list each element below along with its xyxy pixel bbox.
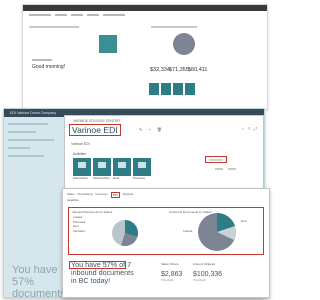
headline-text: You have 57% of 7 inbound documents in B… [71, 260, 134, 285]
background-headline: You have 57% documents in [12, 264, 66, 298]
tile-label: Errors [113, 177, 120, 180]
legend: Created Processed Error Cancelled [73, 216, 85, 234]
chart-title-left: Inbound Documents by Status [72, 210, 113, 214]
kpi-value[interactable]: $2,863 [161, 271, 182, 278]
pie-label: Created [183, 230, 193, 233]
breadcrumb: VARINOE EDI ROLE CENTER [73, 119, 120, 123]
pie-label: Error [241, 220, 247, 223]
highlighted-action[interactable] [205, 156, 227, 163]
kpi-1-value: $32,334 [150, 67, 170, 73]
tile[interactable] [149, 83, 159, 95]
title-actions: ✎ + 🗑 [139, 127, 162, 132]
greeting-text: Good morning! [32, 64, 66, 70]
tile[interactable] [161, 83, 171, 95]
kpi-2: $71,355 [169, 67, 189, 73]
chart-header-right [151, 26, 197, 28]
kpi-sub: This Month [193, 279, 206, 282]
kpi-sub: This Month [161, 279, 174, 282]
expand-icon[interactable]: ⤢ [254, 126, 257, 131]
section-label: Varinoe EDI [71, 142, 90, 146]
teal-chart-block [99, 35, 117, 53]
tile-label: Inbound Docs [73, 177, 88, 180]
menu-item-selected[interactable]: EDI [110, 192, 120, 198]
headline-label [32, 59, 52, 61]
tile-inbound[interactable] [73, 158, 91, 176]
kpi-1: $32,334 [150, 67, 170, 73]
collage: Good morning! $32,334 $71,355 $60,411 ED… [0, 0, 272, 300]
app-bar-title: EDI Varinoe Demo Company [10, 111, 57, 115]
page-title: Varinoe EDI [69, 124, 121, 136]
tile-outbound[interactable] [93, 158, 111, 176]
subsection-label: Activities [73, 152, 87, 156]
menu-item[interactable]: Inventory [96, 192, 108, 198]
kpi-value[interactable]: $100,336 [193, 271, 222, 278]
document-icon [138, 162, 146, 168]
tile-errors[interactable] [113, 158, 131, 176]
outbound-pie-chart[interactable] [197, 212, 237, 252]
left-faded-panel [8, 123, 62, 223]
inbound-pie-chart[interactable] [111, 219, 139, 247]
kpi-3-value: $60,411 [188, 67, 208, 73]
activity-tiles [73, 158, 151, 176]
tile-label: Processing [133, 177, 145, 180]
detail-screenshot: Sales Purchasing Inventory EDI Reports H… [62, 188, 270, 298]
document-icon [78, 162, 86, 168]
activity-tiles-top [149, 83, 195, 95]
kpi-title: Sales Orders [161, 262, 179, 266]
kpi-title: Amount Shipped [193, 262, 216, 266]
tile[interactable] [185, 83, 195, 95]
kpi-2-value: $71,355 [169, 67, 189, 73]
window-actions: ☆ ⇪ ⤢ [241, 126, 257, 131]
app-bar [23, 5, 267, 11]
add-icon[interactable]: + [148, 127, 150, 132]
delete-icon[interactable]: 🗑 [157, 127, 162, 132]
dashboard-screenshot-top: Good morning! $32,334 $71,355 $60,411 [22, 4, 268, 110]
nav-lines [29, 14, 125, 16]
legend-item: Error [73, 225, 79, 228]
grey-pie-chart [173, 33, 195, 55]
legend-item: Processed [73, 220, 86, 224]
bookmark-icon[interactable]: ☆ [241, 126, 245, 131]
document-icon [118, 162, 126, 168]
menu-item[interactable]: Purchasing [78, 192, 93, 198]
legend-item: Cancelled [73, 229, 85, 233]
tile[interactable] [173, 83, 183, 95]
legend-item: Created [73, 216, 83, 219]
subheader: Headline [67, 198, 79, 202]
menu-item[interactable]: Reports [123, 192, 134, 198]
faded-fields [215, 168, 236, 170]
tile-labels: Inbound Docs Outbound Docs Errors Proces… [73, 177, 151, 180]
document-icon [98, 162, 106, 168]
share-icon[interactable]: ⇪ [247, 126, 250, 131]
charts-panel: Inbound Documents by Status Outbound Doc… [68, 207, 264, 255]
kpi-3: $60,411 [188, 67, 207, 73]
tile-label: Outbound Docs [93, 177, 110, 180]
tile-processing[interactable] [133, 158, 151, 176]
edit-icon[interactable]: ✎ [139, 127, 142, 132]
chart-header-left [29, 26, 79, 28]
